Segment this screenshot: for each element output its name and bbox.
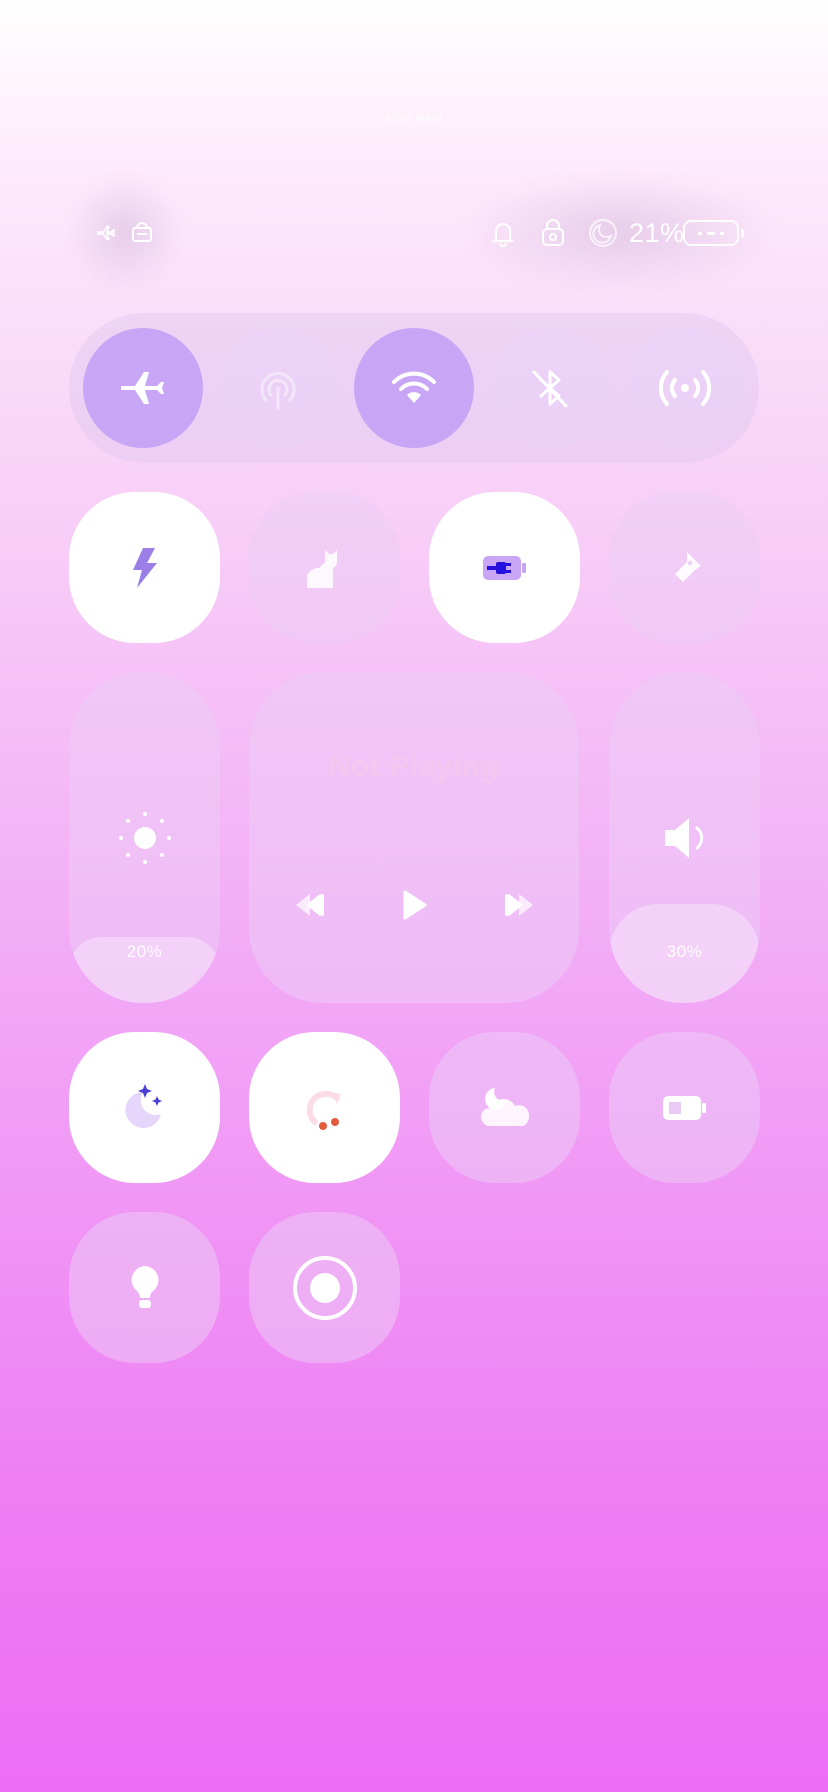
battery-plug-icon xyxy=(482,555,526,580)
previous-icon xyxy=(296,894,324,916)
broadcast-icon xyxy=(658,370,712,406)
battery-saver-tile[interactable] xyxy=(609,1032,760,1183)
flashlight-tile[interactable] xyxy=(609,492,760,643)
play-button[interactable] xyxy=(389,885,439,925)
wifi-icon xyxy=(392,371,436,403)
previous-track-button[interactable] xyxy=(285,885,335,925)
power-saving-tile[interactable] xyxy=(69,492,220,643)
battery-low-icon xyxy=(662,1095,706,1120)
airplane-mode-toggle[interactable] xyxy=(83,328,203,448)
bulb-tile[interactable] xyxy=(69,1212,220,1363)
battery-icon xyxy=(683,220,739,246)
carrier-label: ADD NAM xyxy=(384,112,444,126)
wifi-toggle[interactable] xyxy=(354,328,474,448)
sun-icon xyxy=(69,810,220,866)
media-title: Not Playing xyxy=(328,750,500,783)
bluetooth-off-icon xyxy=(532,370,568,408)
dark-mode-tile[interactable] xyxy=(69,1032,220,1183)
speaker-icon xyxy=(609,810,760,866)
airplane-mode-icon xyxy=(94,220,118,246)
rotation-lock-icon xyxy=(538,217,568,248)
bell-icon xyxy=(489,218,517,248)
moon-stars-icon xyxy=(124,1083,162,1128)
screen-record-tile[interactable] xyxy=(249,1212,400,1363)
mobile-data-toggle[interactable] xyxy=(218,328,338,448)
lightbulb-icon xyxy=(131,1265,158,1308)
bluetooth-toggle[interactable] xyxy=(490,328,610,448)
do-not-disturb-moon-icon xyxy=(587,217,619,249)
play-icon xyxy=(403,890,427,920)
night-light-tile[interactable] xyxy=(429,1032,580,1183)
lightning-icon xyxy=(132,547,157,588)
battery-percent: 21% xyxy=(629,218,685,248)
hotspot-phone-icon xyxy=(128,218,156,246)
battery-charge-tile[interactable] xyxy=(429,492,580,643)
status-left-glow xyxy=(70,175,180,290)
next-track-button[interactable] xyxy=(494,885,544,925)
media-player: Not Playing xyxy=(249,672,579,1003)
battery-nub xyxy=(741,229,744,238)
flashlight-icon xyxy=(674,551,701,582)
rotate-icon xyxy=(306,1090,341,1130)
cellular-antenna-icon xyxy=(260,371,296,410)
volume-value: 30% xyxy=(666,942,703,961)
volume-slider[interactable]: 30% xyxy=(609,672,760,1003)
airplane-icon xyxy=(121,372,164,404)
brightness-slider[interactable]: 20% xyxy=(69,672,220,1003)
cat-icon xyxy=(306,549,337,588)
next-icon xyxy=(505,894,533,916)
record-icon xyxy=(292,1255,357,1320)
brightness-value: 20% xyxy=(126,942,163,961)
moon-cloud-icon xyxy=(480,1087,529,1126)
auto-rotate-tile[interactable] xyxy=(249,1032,400,1183)
hotspot-toggle[interactable] xyxy=(625,328,745,448)
cat-mode-tile[interactable] xyxy=(249,492,400,643)
